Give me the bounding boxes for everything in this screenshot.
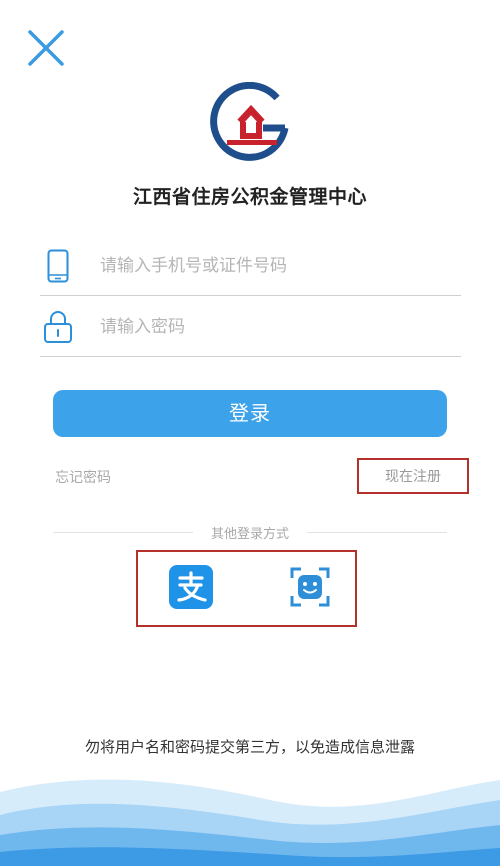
register-highlight-box: 现在注册: [357, 458, 469, 494]
divider-line-left: [53, 531, 193, 533]
close-button[interactable]: [26, 28, 66, 68]
close-icon: [28, 30, 64, 66]
register-link[interactable]: 现在注册: [385, 466, 441, 486]
face-recognition-icon: [290, 567, 330, 607]
other-login-label: 其他登录方式: [211, 526, 290, 542]
password-input[interactable]: [100, 316, 430, 337]
password-field-row: [40, 297, 461, 357]
forgot-password-link[interactable]: 忘记密码: [55, 467, 111, 487]
lock-icon: [42, 307, 74, 347]
face-login-button[interactable]: [289, 566, 331, 608]
phone-icon: [42, 246, 74, 286]
other-login-divider: 其他登录方式: [53, 522, 448, 542]
phone-input[interactable]: [100, 255, 430, 276]
divider-line-right: [307, 531, 448, 533]
security-notice: 勿将用户名和密码提交第三方，以免造成信息泄露: [84, 738, 415, 756]
phone-field-row: [40, 236, 461, 296]
decorative-waves: [0, 779, 500, 866]
org-title: 江西省住房公积金管理中心: [132, 186, 367, 208]
housing-fund-logo: [207, 81, 299, 162]
alipay-login-button[interactable]: [169, 565, 213, 609]
alipay-icon: [177, 571, 207, 602]
login-button[interactable]: 登录: [53, 390, 447, 437]
